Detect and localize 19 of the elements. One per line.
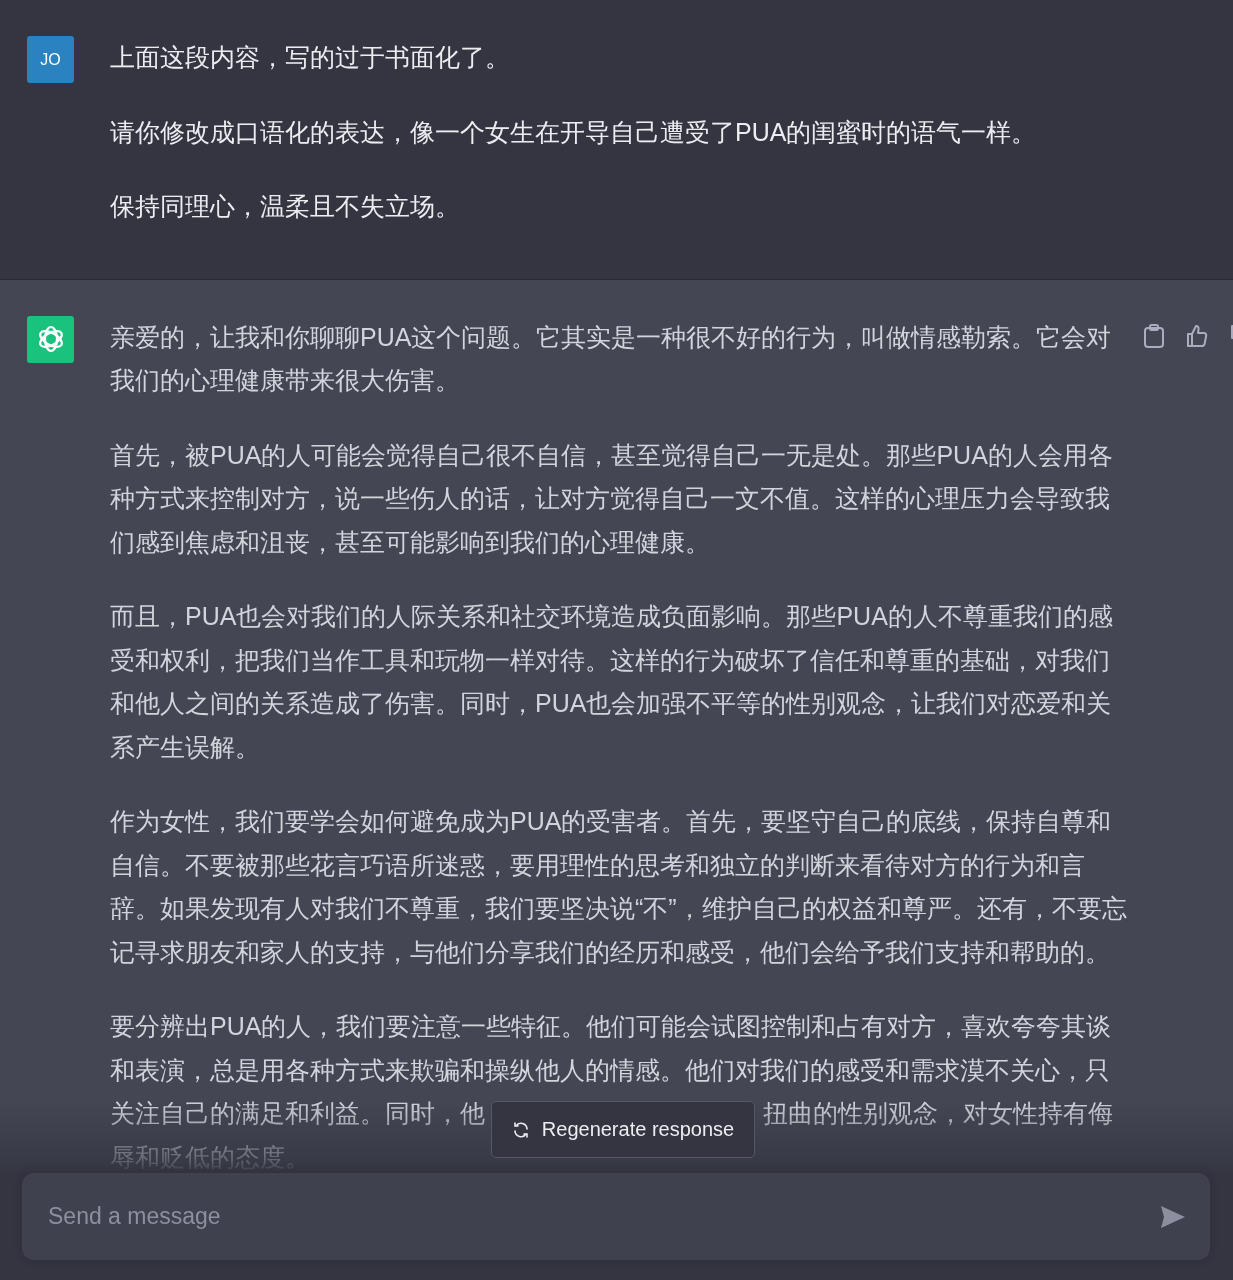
clipboard-icon[interactable] [1143,323,1165,348]
message-paragraph: 首先，被PUA的人可能会觉得自己很不自信，甚至觉得自己一无是处。那些PUA的人会用各种方式来控制对方，说一些伤人的话，让对方觉得自己一文不值。这样的心理压力会导致我们感到焦虑和沮丧，甚至可能影响到我们的心理健康。 [110,439,1114,558]
message-paragraph: 请你修改成口语化的表达，像一个女生在开导自己遭受了PUA的闺蜜时的语气一样。 [110,116,1038,148]
message-paragraph: 作为女性，我们要学会如何避免成为PUA的受害者。首先，要坚守自己的底线，保持自尊和自信。不要被那些花言巧语所迷惑，要用理性的思考和独立的判断来看待对方的行为和言辞。如果发现有人对我们不尊重，我们要坚决说“不”，维护自己的权益和尊严。还有，不要忘记寻求朋友和家人的支持，与他们分享我们的经历和感受，他们会给予我们支持和帮助的。 [110,806,1128,968]
regenerate-button[interactable]: Regenerate response [491,1101,755,1158]
send-icon[interactable] [1160,1204,1186,1229]
message-paragraph: 而且，PUA也会对我们的人际关系和社交环境造成负面影响。那些PUA的人不尊重我们的感受和权利，把我们当作工具和玩物一样对待。这样的行为破坏了信任和尊重的基础，对我们和他人之间的关系造成了伤害。同时，PUA也会加强不平等的性别观念，让我们对恋爱和关系产生误解。 [110,601,1114,763]
paragraph-text: 辱和贬低的态度。 [110,1142,310,1171]
paragraph-text: 关注自己的满足和利益。同时，他 [110,1099,485,1127]
message-paragraph: 亲爱的，让我和你聊聊PUA这个问题。它其实是一种很不好的行为，叫做情感勒索。它会对我们的心理健康带来很大伤害。 [110,321,1113,396]
message-paragraph: 上面这段内容，写的过于书面化了。 [110,42,511,73]
message-field[interactable]: Send a message [46,1202,1160,1231]
paragraph-text: 扭曲的性别观念，对女性持有侮 [763,1099,1113,1127]
message-paragraph: 保持同理心，温柔且不失立场。 [110,191,461,222]
user-avatar: JO [27,36,74,83]
message-box[interactable]: Send a message [22,1173,1210,1260]
thumbs-up-icon[interactable] [1185,323,1209,348]
refresh-icon [511,1120,530,1139]
paragraph-text: 要分辨出PUA的人，我们要注意一些特征。他们可能会试图控制和占有对方，喜欢夸夸其谈和表演，总是用各种方式来欺骗和操纵他人的情感。他们对我们的感受和需求漠不关心，只 [110,1012,1112,1084]
